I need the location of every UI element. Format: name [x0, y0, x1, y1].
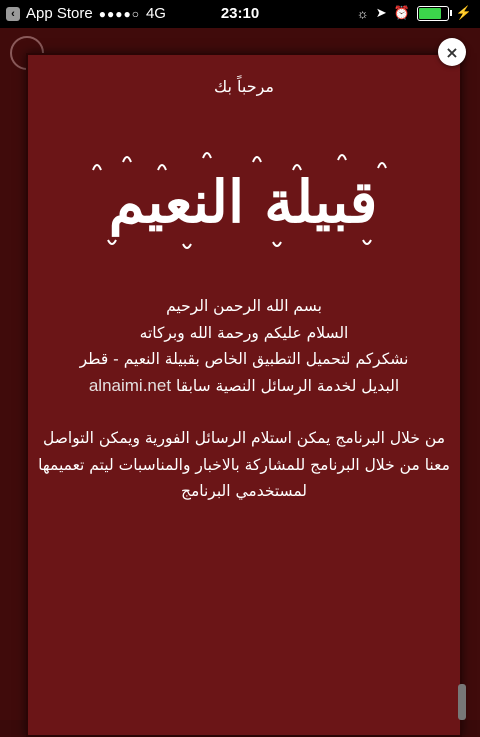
thanks-line: نشكركم لتحميل التطبيق الخاص بقبيلة النعي… — [79, 350, 409, 368]
scrollbar[interactable] — [458, 684, 466, 720]
battery-icon — [416, 5, 452, 21]
greeting-line: السلام عليكم ورحمة الله وبركاته — [139, 323, 349, 342]
basmala-line: بسم الله الرحمن الرحيم — [166, 297, 322, 315]
logo-text: قبيلة النعيم — [109, 168, 378, 237]
brightness-icon: ☼ — [356, 5, 369, 21]
intro-text: بسم الله الرحمن الرحيم السلام عليكم ورحم… — [38, 293, 450, 505]
location-icon: ➤ — [375, 5, 387, 20]
welcome-text: مرحباً بك — [213, 77, 274, 96]
description-paragraph: من خلال البرنامج يمكن استلام الرسائل الف… — [38, 429, 450, 500]
charging-icon: ⚡ — [455, 5, 472, 20]
alarm-icon: ⏰ — [393, 5, 410, 20]
logo-calligraphy: قبيلة النعيم — [92, 152, 387, 249]
replacement-text: البديل لخدمة الرسائل النصية سابقا — [176, 376, 400, 395]
battery-level — [418, 7, 442, 19]
tribe-logo: قبيلة النعيم — [63, 140, 423, 260]
close-icon: × — [445, 42, 459, 62]
welcome-modal: مرحباً بك قبيلة النعيم بسم الله الرحمن ا… — [26, 53, 462, 737]
status-bar: ‹ App Store ●●●●○ 4G 23:10 ☼ ➤ ⏰ ⚡ — [0, 0, 480, 28]
replacement-line: البديل لخدمة الرسائل النصية سابقا alnaim… — [38, 373, 450, 400]
close-button[interactable]: × — [438, 38, 466, 66]
site-link[interactable]: alnaimi.net — [89, 376, 171, 395]
